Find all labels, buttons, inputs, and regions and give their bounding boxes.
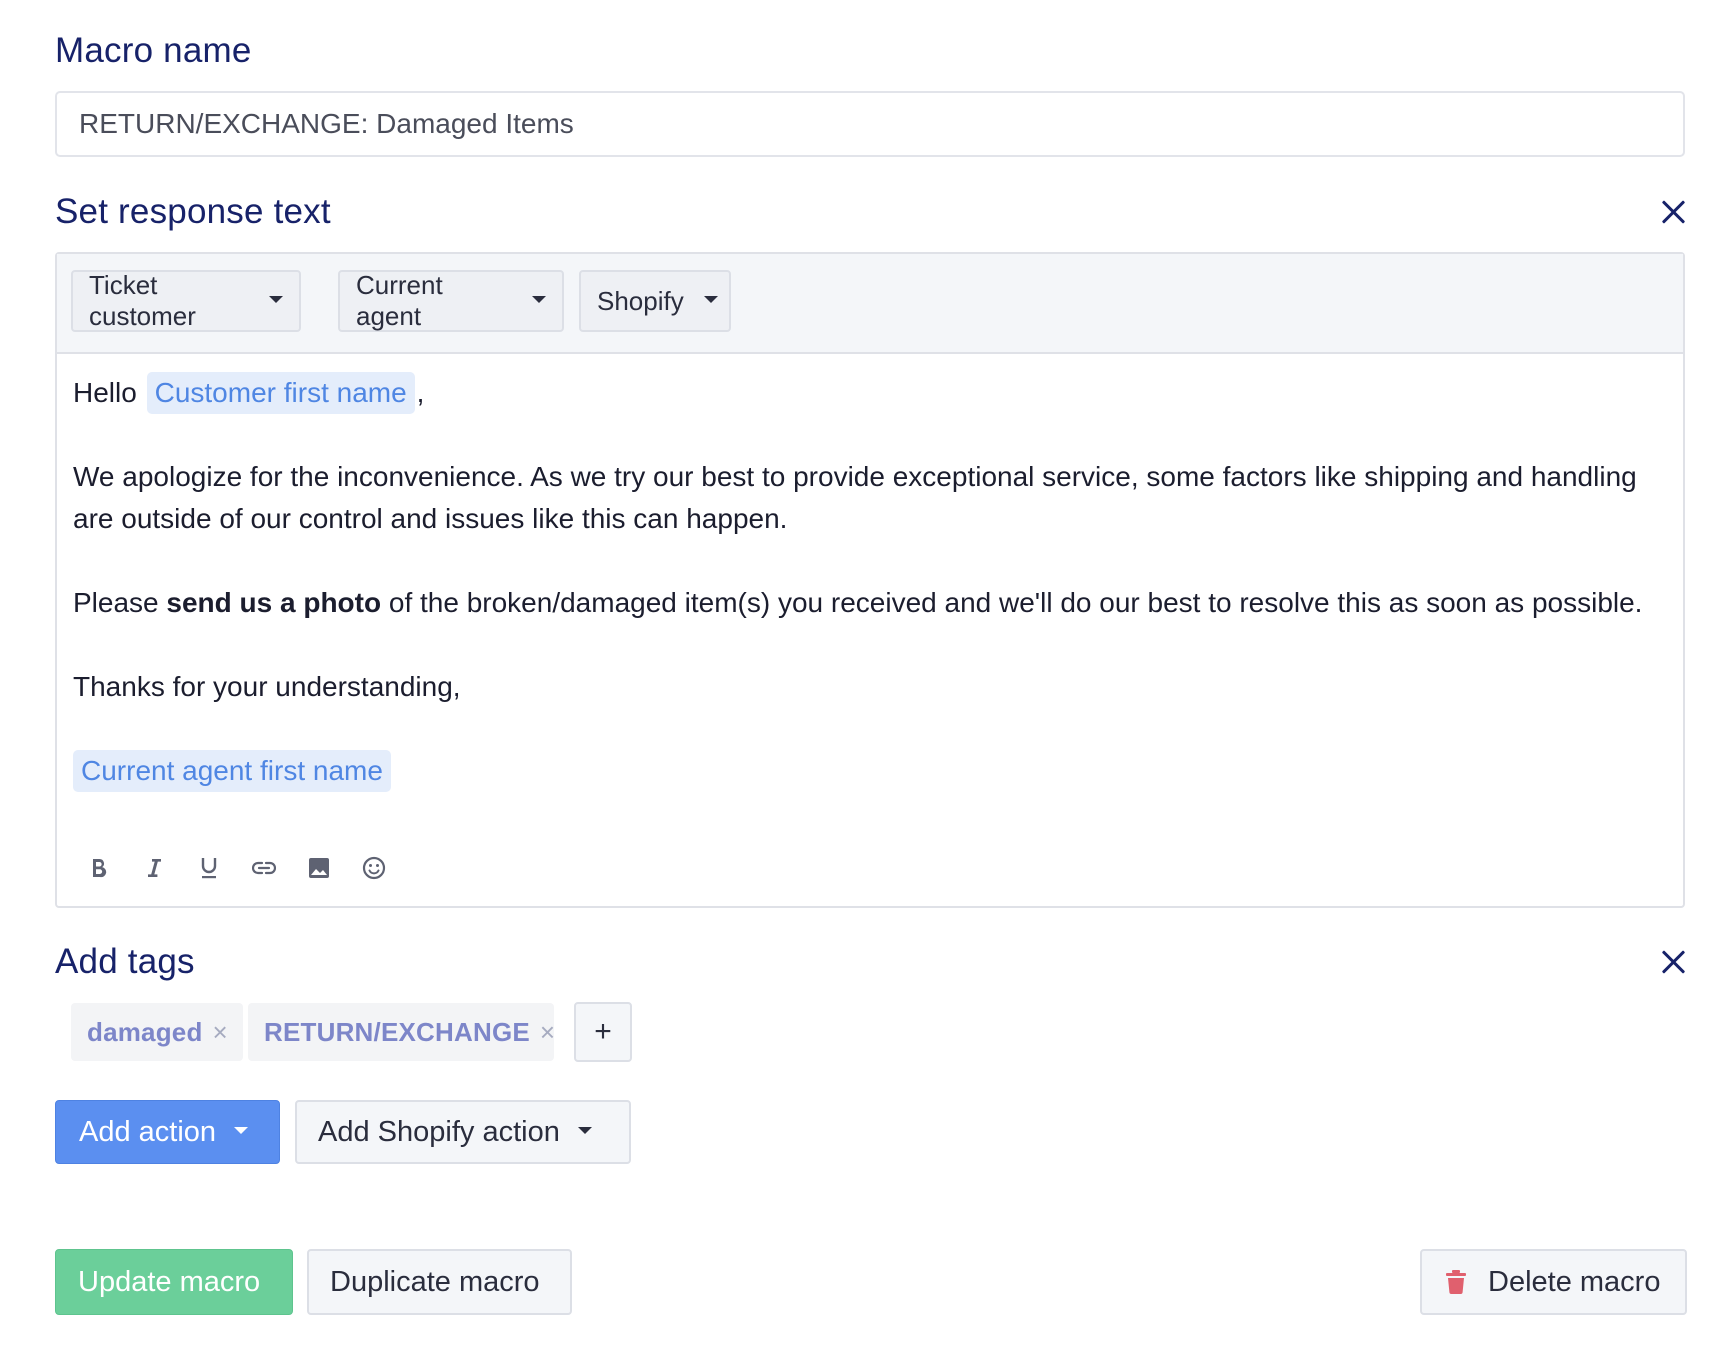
remove-tag-icon[interactable]: × <box>213 1017 228 1048</box>
add-shopify-action-button[interactable]: Add Shopify action <box>295 1100 631 1164</box>
caret-down-icon <box>577 1126 592 1134</box>
customer-first-name-variable[interactable]: Customer first name <box>146 372 415 414</box>
bold-text: send us a photo <box>166 587 382 618</box>
remove-tag-icon[interactable]: × <box>540 1017 555 1048</box>
ticket-customer-dropdown[interactable]: Ticket customer <box>71 270 301 332</box>
caret-down-icon <box>269 295 283 303</box>
delete-macro-button[interactable]: Delete macro <box>1420 1249 1687 1315</box>
close-tags-icon[interactable] <box>1659 947 1689 977</box>
button-label: Delete macro <box>1488 1265 1661 1298</box>
para-text: Please <box>73 587 167 618</box>
signature-line: Current agent first name <box>73 750 1663 792</box>
button-label: Add Shopify action <box>318 1115 560 1148</box>
greeting-text: Hello <box>73 377 137 408</box>
emoji-icon[interactable] <box>354 848 394 888</box>
tag-label: RETURN/EXCHANGE <box>264 1016 530 1047</box>
greeting-line: Hello Customer first name, <box>73 372 1663 414</box>
update-macro-button[interactable]: Update macro <box>55 1249 293 1315</box>
response-body[interactable]: Hello Customer first name, We apologize … <box>73 372 1663 792</box>
macro-name-input[interactable] <box>55 91 1685 157</box>
closing-line: Thanks for your understanding, <box>73 671 461 702</box>
greeting-comma: , <box>416 377 425 408</box>
response-text-heading: Set response text <box>55 192 331 231</box>
link-icon[interactable] <box>244 848 284 888</box>
underline-icon[interactable] <box>189 848 229 888</box>
bold-icon[interactable] <box>79 848 119 888</box>
dropdown-label: Current agent <box>356 270 443 331</box>
image-icon[interactable] <box>299 848 339 888</box>
add-action-button[interactable]: Add action <box>55 1100 280 1164</box>
dropdown-label: Ticket customer <box>89 270 196 331</box>
button-label: Add action <box>79 1115 217 1148</box>
caret-down-icon <box>234 1126 249 1134</box>
add-tag-button[interactable]: + <box>574 1002 632 1062</box>
response-editor: Ticket customer Current agent Shopify He… <box>55 252 1685 908</box>
close-response-icon[interactable] <box>1659 197 1689 227</box>
plus-icon: + <box>594 1015 612 1048</box>
button-label: Update macro <box>78 1265 261 1298</box>
current-agent-dropdown[interactable]: Current agent <box>338 270 564 332</box>
trash-icon <box>1446 1270 1466 1294</box>
formatting-toolbar <box>79 848 409 888</box>
italic-icon[interactable] <box>134 848 174 888</box>
duplicate-macro-button[interactable]: Duplicate macro <box>307 1249 572 1315</box>
agent-first-name-variable[interactable]: Current agent first name <box>73 750 391 792</box>
macro-name-heading: Macro name <box>55 31 252 70</box>
tag-return-exchange: RETURN/EXCHANGE × <box>248 1003 555 1061</box>
shopify-dropdown[interactable]: Shopify <box>579 270 731 332</box>
caret-down-icon <box>703 295 718 303</box>
dropdown-label: Shopify <box>597 285 684 316</box>
apology-paragraph: We apologize for the inconvenience. As w… <box>73 461 1637 534</box>
caret-down-icon <box>532 295 546 303</box>
tag-label: damaged <box>87 1016 203 1047</box>
tag-damaged: damaged × <box>71 1003 243 1061</box>
button-label: Duplicate macro <box>330 1265 540 1298</box>
variable-toolbar: Ticket customer Current agent Shopify <box>57 254 1683 354</box>
photo-request-paragraph: Please send us a photo of the broken/dam… <box>73 582 1663 624</box>
para-text: of the broken/damaged item(s) you receiv… <box>381 587 1643 618</box>
add-tags-heading: Add tags <box>55 942 195 981</box>
